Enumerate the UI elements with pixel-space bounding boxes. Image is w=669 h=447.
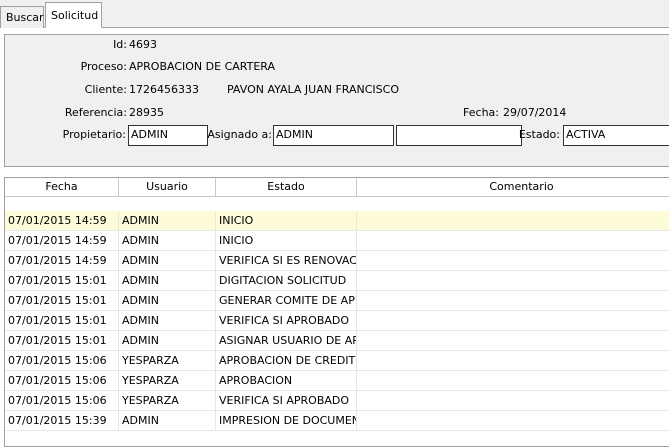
referencia-label: Referencia: bbox=[64, 106, 127, 119]
cliente-label: Cliente: bbox=[84, 83, 127, 96]
cell-fecha: 07/01/2015 15:06 bbox=[5, 391, 119, 411]
column-header-estado[interactable]: Estado bbox=[216, 178, 357, 196]
cell-comentario bbox=[357, 311, 669, 331]
asignado-label: Asignado a: bbox=[207, 128, 272, 141]
cell-usuario: ADMIN bbox=[119, 331, 216, 351]
historial-grid: Fecha Usuario Estado Comentario 07/01/20… bbox=[4, 177, 669, 447]
cell-estado: INICIO bbox=[216, 211, 357, 231]
fecha-label: Fecha: bbox=[463, 106, 499, 119]
table-row[interactable]: 07/01/2015 15:39 ADMIN IMPRESION DE DOCUME… bbox=[5, 411, 669, 431]
table-row[interactable]: 07/01/2015 14:59 ADMIN INICIO bbox=[5, 231, 669, 251]
cell-estado: ASIGNAR USUARIO DE AP... bbox=[216, 331, 357, 351]
cell-comentario bbox=[357, 391, 669, 411]
cell-usuario: ADMIN bbox=[119, 291, 216, 311]
cell-comentario bbox=[357, 251, 669, 271]
cell-estado: APROBACION bbox=[216, 371, 357, 391]
asignado-field[interactable]: ADMIN bbox=[273, 125, 394, 146]
cell-usuario: ADMIN bbox=[119, 411, 216, 431]
id-label: Id: bbox=[113, 38, 127, 51]
proceso-label: Proceso: bbox=[80, 60, 127, 73]
cell-fecha: 07/01/2015 14:59 bbox=[5, 251, 119, 271]
cell-comentario bbox=[357, 351, 669, 371]
cell-estado: VERIFICA SI ES RENOVACI... bbox=[216, 251, 357, 271]
cliente-id: 1726456333 bbox=[129, 83, 199, 96]
cell-usuario: YESPARZA bbox=[119, 391, 216, 411]
cell-fecha: 07/01/2015 14:59 bbox=[5, 231, 119, 251]
grid-header: Fecha Usuario Estado Comentario bbox=[5, 178, 669, 197]
table-row[interactable]: 07/01/2015 15:06 YESPARZA VERIFICA SI APRO… bbox=[5, 391, 669, 411]
cell-fecha: 07/01/2015 15:01 bbox=[5, 311, 119, 331]
cell-estado: APROBACION DE CREDITO bbox=[216, 351, 357, 371]
cell-estado: GENERAR COMITE DE APR... bbox=[216, 291, 357, 311]
cell-estado: VERIFICA SI APROBADO bbox=[216, 391, 357, 411]
tab-bar: Buscar Solicitud bbox=[0, 0, 669, 28]
cell-comentario bbox=[357, 371, 669, 391]
id-value: 4693 bbox=[129, 38, 157, 51]
propietario-field[interactable]: ADMIN bbox=[128, 125, 208, 146]
table-row[interactable]: 07/01/2015 15:01 ADMIN VERIFICA SI APROBAD… bbox=[5, 311, 669, 331]
cell-comentario bbox=[357, 231, 669, 251]
table-row[interactable]: 07/01/2015 15:01 ADMIN DIGITACION SOLICITU… bbox=[5, 271, 669, 291]
propietario-label: Propietario: bbox=[62, 128, 126, 141]
cell-comentario bbox=[357, 211, 669, 231]
column-header-comentario[interactable]: Comentario bbox=[357, 178, 669, 196]
column-header-fecha[interactable]: Fecha bbox=[5, 178, 119, 196]
tab-buscar[interactable]: Buscar bbox=[0, 6, 44, 28]
fecha-value: 29/07/2014 bbox=[503, 106, 567, 119]
table-row[interactable]: 07/01/2015 14:59 ADMIN INICIO bbox=[5, 211, 669, 231]
cell-estado: VERIFICA SI APROBADO bbox=[216, 311, 357, 331]
table-row[interactable]: 07/01/2015 15:06 YESPARZA APROBACION bbox=[5, 371, 669, 391]
table-row[interactable]: 07/01/2015 15:06 YESPARZA APROBACION DE CR… bbox=[5, 351, 669, 371]
estado-label: Estado: bbox=[518, 128, 560, 141]
cell-estado: INICIO bbox=[216, 231, 357, 251]
proceso-value: APROBACION DE CARTERA bbox=[129, 60, 276, 73]
cell-comentario bbox=[357, 291, 669, 311]
cell-fecha: 07/01/2015 15:01 bbox=[5, 291, 119, 311]
cell-usuario: YESPARZA bbox=[119, 351, 216, 371]
referencia-value: 28935 bbox=[129, 106, 164, 119]
cell-fecha: 07/01/2015 15:06 bbox=[5, 371, 119, 391]
tab-solicitud[interactable]: Solicitud bbox=[45, 2, 102, 28]
cell-fecha: 07/01/2015 15:06 bbox=[5, 351, 119, 371]
cell-fecha: 07/01/2015 15:01 bbox=[5, 271, 119, 291]
cliente-nombre: PAVON AYALA JUAN FRANCISCO bbox=[227, 83, 399, 96]
cell-estado: IMPRESION DE DOCUMENT... bbox=[216, 411, 357, 431]
cell-usuario: YESPARZA bbox=[119, 371, 216, 391]
cell-fecha: 07/01/2015 15:01 bbox=[5, 331, 119, 351]
cell-usuario: ADMIN bbox=[119, 311, 216, 331]
cell-comentario bbox=[357, 411, 669, 431]
cell-estado: DIGITACION SOLICITUD bbox=[216, 271, 357, 291]
cell-fecha: 07/01/2015 14:59 bbox=[5, 211, 119, 231]
cell-usuario: ADMIN bbox=[119, 251, 216, 271]
table-row[interactable]: 07/01/2015 14:59 ADMIN VERIFICA SI ES RENO… bbox=[5, 251, 669, 271]
table-row[interactable]: 07/01/2015 15:01 ADMIN ASIGNAR USUARIO DE … bbox=[5, 331, 669, 351]
cell-usuario: ADMIN bbox=[119, 231, 216, 251]
asignado-extra-field[interactable] bbox=[396, 125, 522, 146]
solicitud-header-panel: Id: 4693 Proceso: APROBACION DE CARTERA … bbox=[4, 34, 669, 167]
table-row[interactable]: 07/01/2015 15:01 ADMIN GENERAR COMITE DE A… bbox=[5, 291, 669, 311]
cell-comentario bbox=[357, 331, 669, 351]
cell-comentario bbox=[357, 271, 669, 291]
cell-fecha: 07/01/2015 15:39 bbox=[5, 411, 119, 431]
column-header-usuario[interactable]: Usuario bbox=[119, 178, 216, 196]
cell-usuario: ADMIN bbox=[119, 271, 216, 291]
cell-usuario: ADMIN bbox=[119, 211, 216, 231]
estado-field[interactable]: ACTIVA bbox=[563, 125, 669, 146]
